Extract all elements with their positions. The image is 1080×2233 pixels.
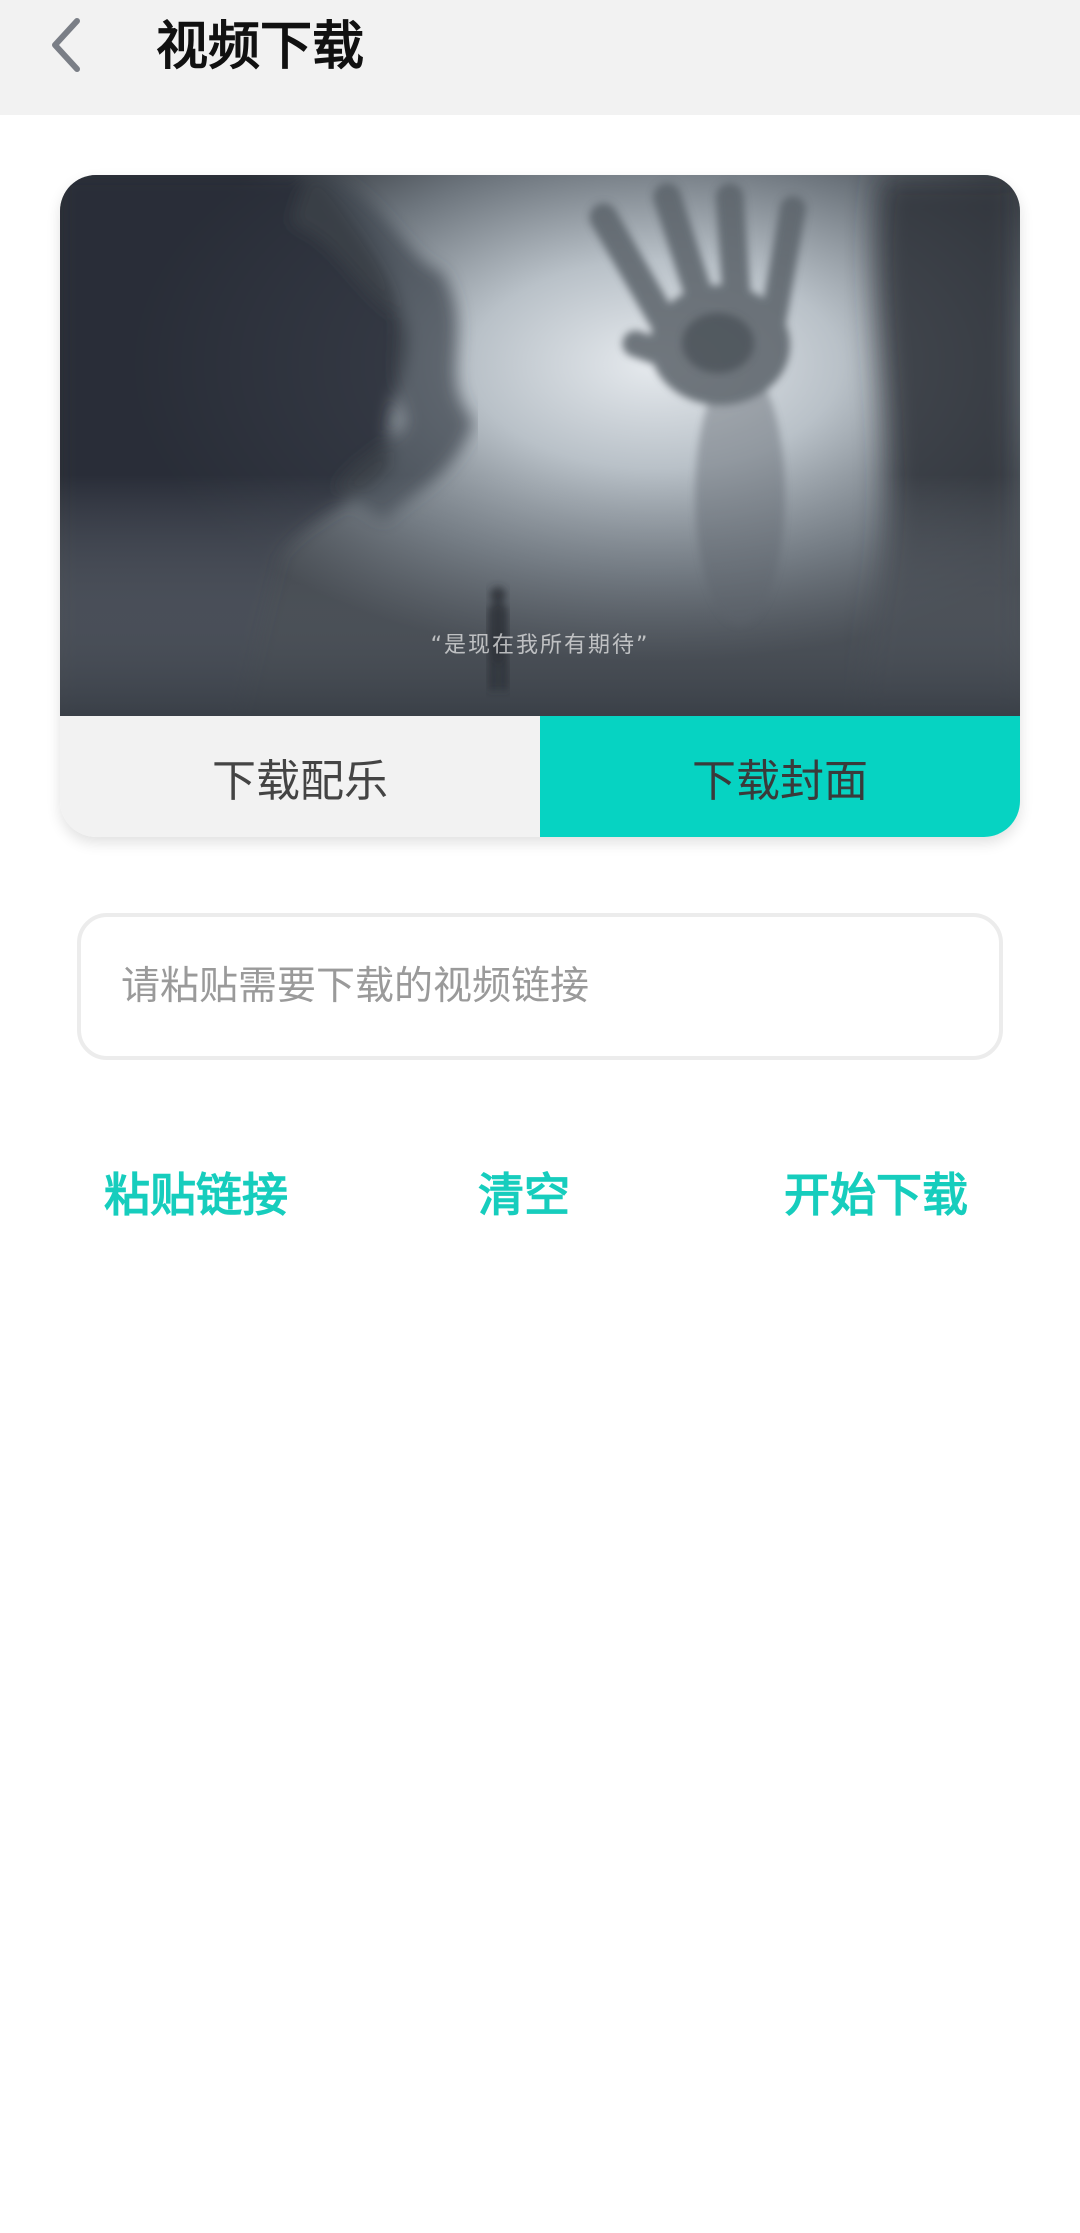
start-download-button[interactable]: 开始下载: [784, 1160, 968, 1230]
video-caption: “是现在我所有期待”: [430, 633, 650, 658]
clear-button[interactable]: 清空: [478, 1160, 570, 1230]
video-card: “是现在我所有期待” 下载配乐 下载封面: [60, 175, 1020, 837]
download-options: 下载配乐 下载封面: [60, 716, 1020, 837]
paste-link-button[interactable]: 粘贴链接: [104, 1160, 288, 1230]
top-bar: 视频下载: [0, 0, 1080, 115]
chevron-left-icon: [52, 18, 80, 72]
download-music-button[interactable]: 下载配乐: [60, 716, 540, 837]
back-button[interactable]: [30, 10, 100, 80]
page-title: 视频下载: [156, 17, 365, 77]
video-link-input[interactable]: [121, 917, 961, 1056]
video-link-field[interactable]: [77, 913, 1003, 1060]
video-preview-image: “是现在我所有期待”: [60, 175, 1020, 716]
download-cover-button[interactable]: 下载封面: [540, 716, 1020, 837]
